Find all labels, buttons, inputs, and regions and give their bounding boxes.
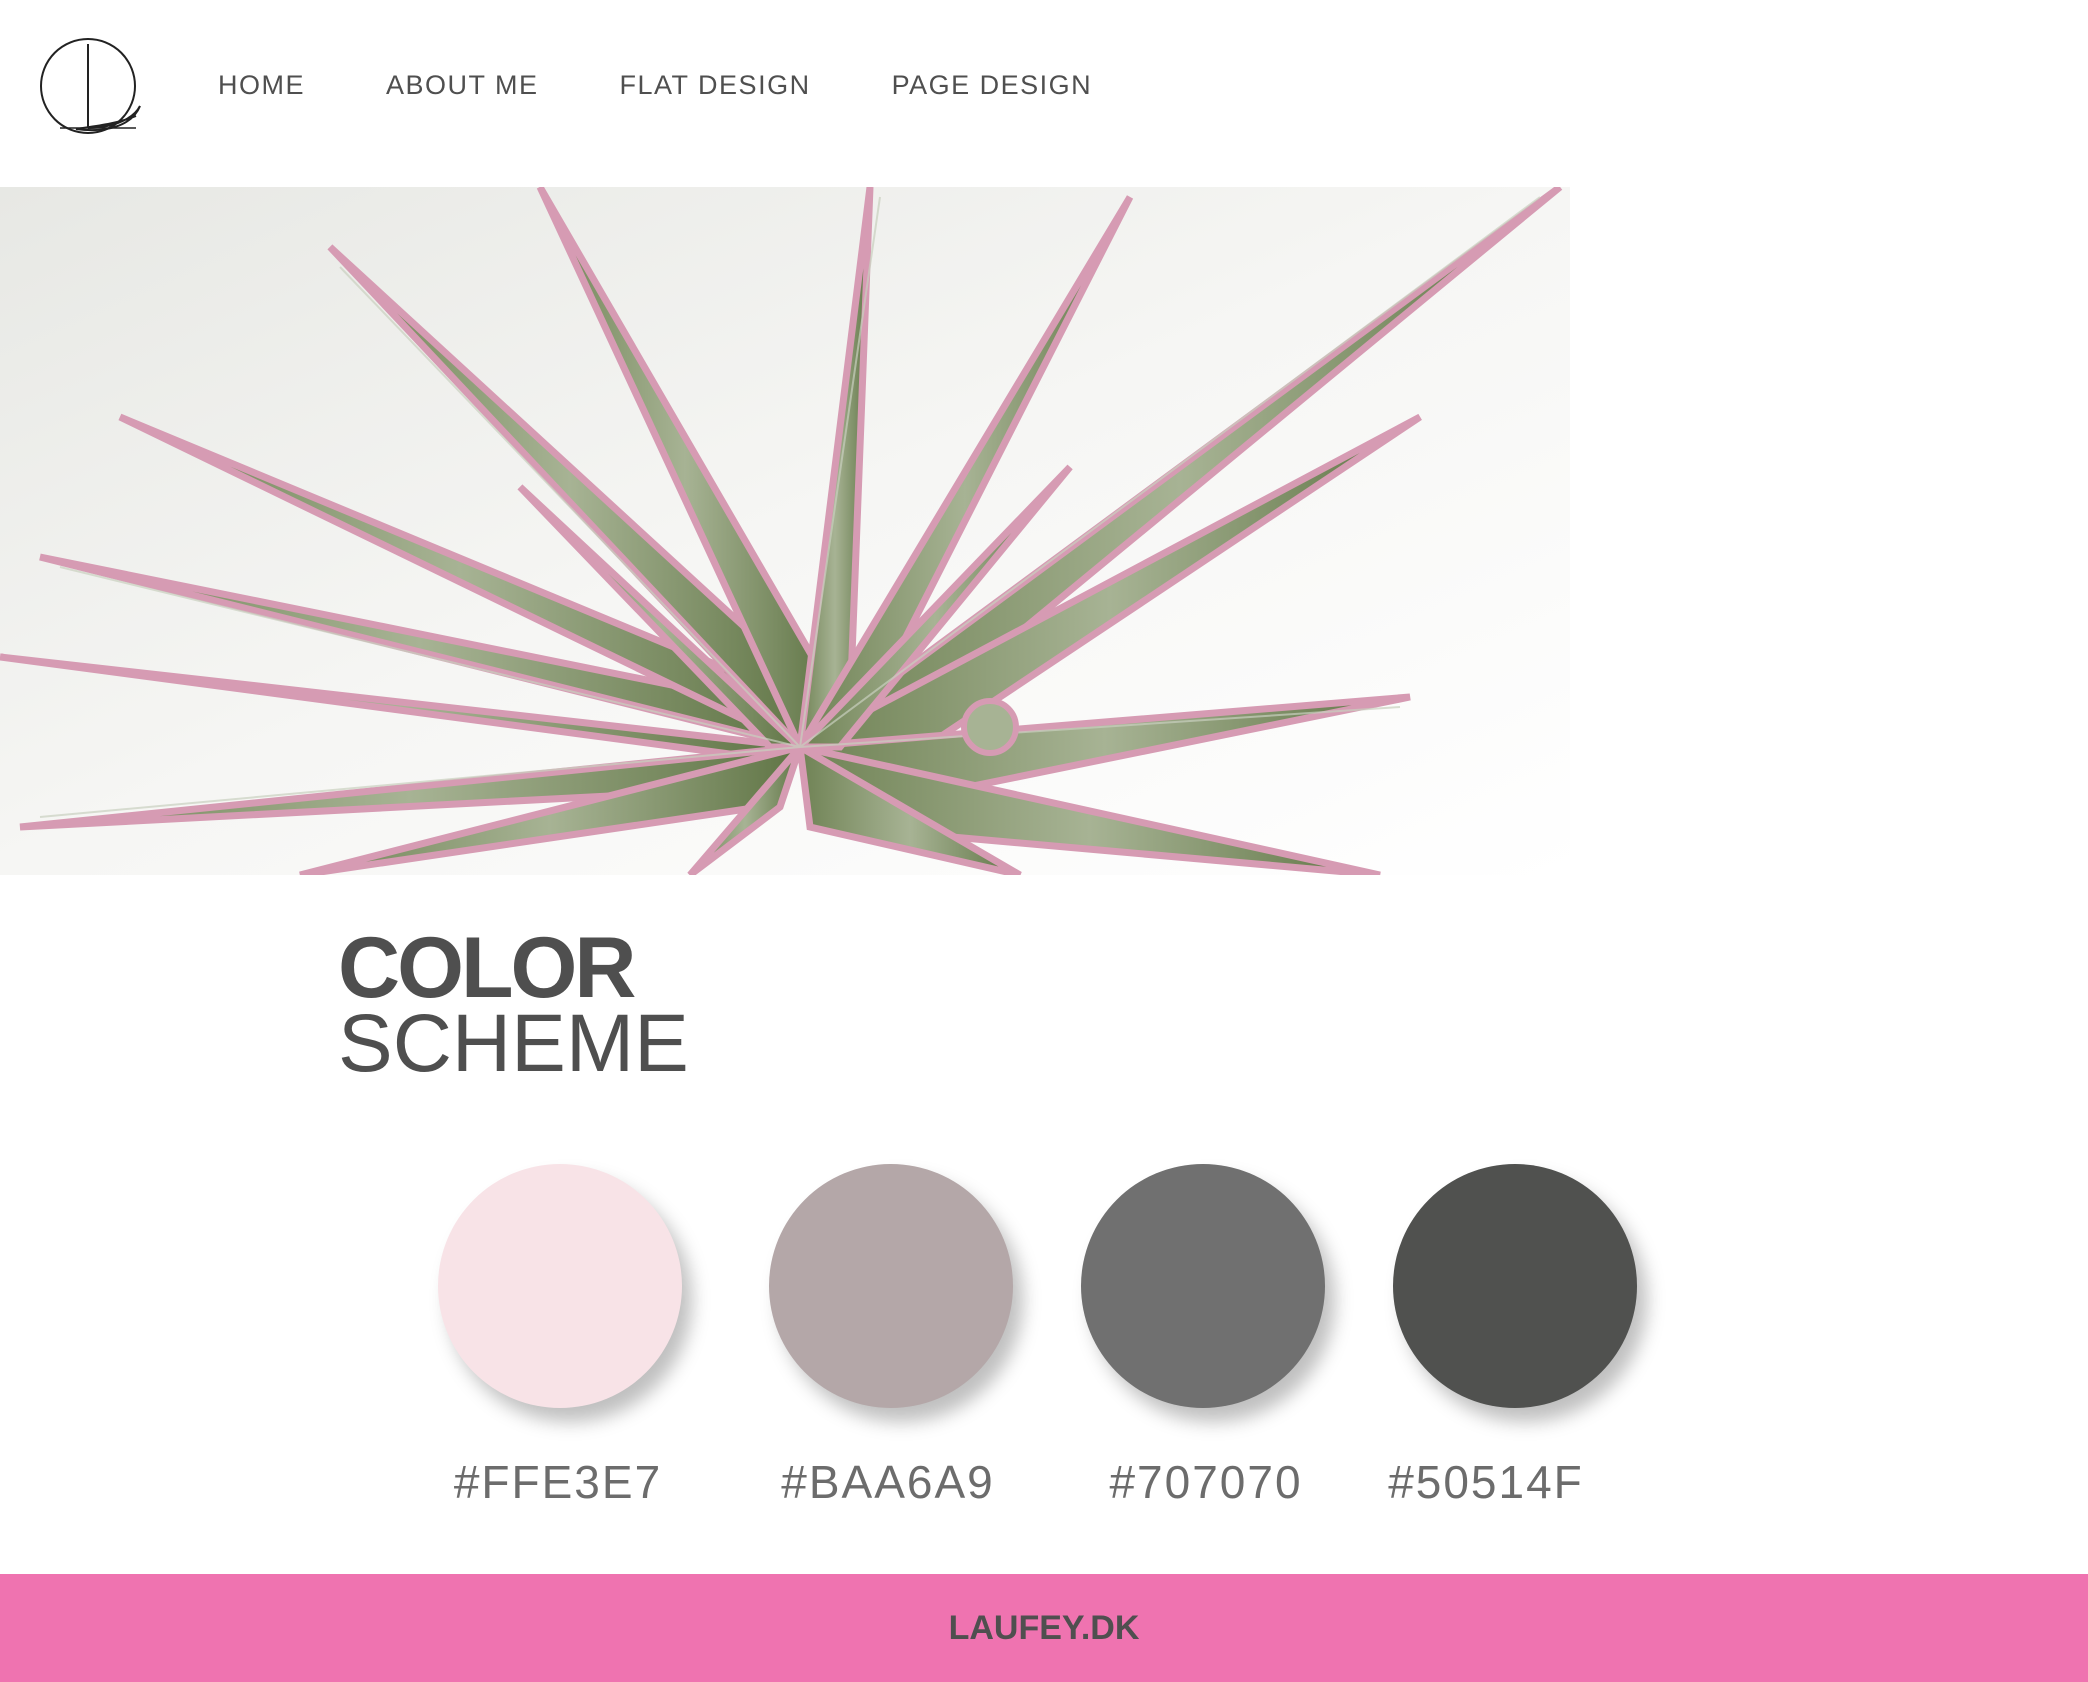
swatch-4: [1393, 1164, 1637, 1408]
nav-about-me[interactable]: ABOUT ME: [386, 70, 539, 101]
swatch-3: [1081, 1164, 1325, 1408]
heading-scheme: SCHEME: [338, 998, 689, 1089]
color-scheme-heading: COLOR SCHEME: [338, 920, 689, 1089]
swatch-2: [769, 1164, 1013, 1408]
heading-color: COLOR: [338, 920, 637, 1016]
hero-plant-image: [0, 187, 1570, 875]
nav-home[interactable]: HOME: [218, 70, 305, 101]
logo[interactable]: [36, 36, 146, 136]
swatch-1: [438, 1164, 682, 1408]
swatch-2-label: #BAA6A9: [781, 1456, 995, 1508]
swatch-3-label: #707070: [1109, 1456, 1303, 1508]
swatch-4-label: #50514F: [1388, 1456, 1584, 1508]
nav-flat-design[interactable]: FLAT DESIGN: [620, 70, 811, 101]
swatch-1-label: #FFE3E7: [453, 1456, 663, 1508]
nav-page-design[interactable]: PAGE DESIGN: [892, 70, 1093, 101]
footer-site-link[interactable]: LAUFEY.DK: [949, 1609, 1140, 1648]
monogram-circle-logo-icon: [40, 38, 141, 134]
main-nav: HOME ABOUT ME FLAT DESIGN PAGE DESIGN: [218, 70, 1092, 101]
footer: LAUFEY.DK: [0, 1574, 2088, 1682]
